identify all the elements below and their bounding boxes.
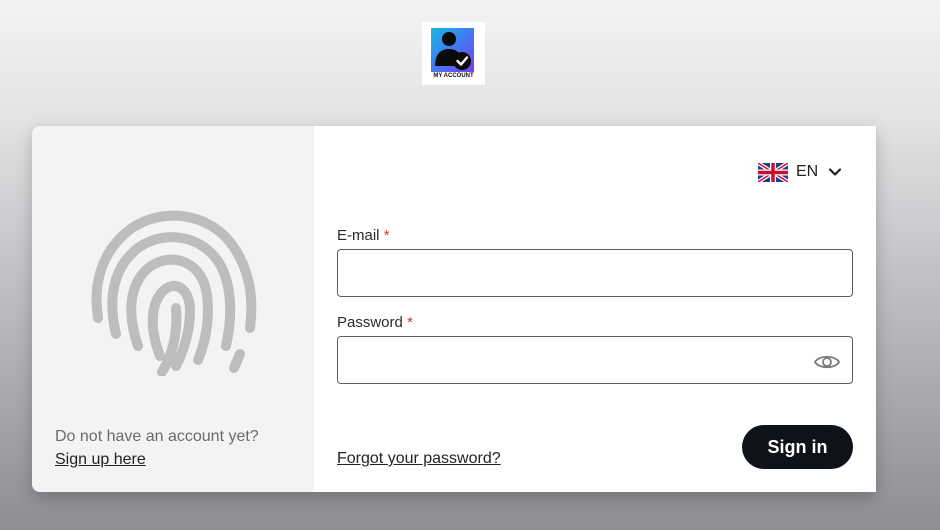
password-label-text: Password xyxy=(337,314,403,331)
login-card: Do not have an account yet? Sign up here… xyxy=(32,126,876,492)
sign-in-button[interactable]: Sign in xyxy=(742,425,853,469)
show-password-eye-icon[interactable] xyxy=(813,351,841,373)
email-input[interactable] xyxy=(337,249,853,297)
chevron-down-icon xyxy=(829,168,842,176)
fingerprint-icon xyxy=(91,210,257,376)
language-code: EN xyxy=(796,163,819,180)
user-check-icon xyxy=(431,28,474,72)
password-label: Password * xyxy=(337,314,413,331)
my-account-logo: MY ACCOUNT xyxy=(422,22,485,85)
logo-caption: MY ACCOUNT xyxy=(433,73,474,79)
forgot-password-link[interactable]: Forgot your password? xyxy=(337,450,501,468)
required-marker: * xyxy=(383,227,390,244)
signup-link[interactable]: Sign up here xyxy=(55,451,146,469)
email-label: E-mail * xyxy=(337,227,390,244)
required-marker: * xyxy=(407,314,413,331)
password-input[interactable] xyxy=(337,336,853,384)
left-panel: Do not have an account yet? Sign up here xyxy=(32,126,314,492)
signup-prompt: Do not have an account yet? xyxy=(55,428,259,445)
email-label-text: E-mail xyxy=(337,227,380,244)
uk-flag-icon xyxy=(758,162,788,182)
language-selector[interactable]: EN xyxy=(758,161,842,183)
